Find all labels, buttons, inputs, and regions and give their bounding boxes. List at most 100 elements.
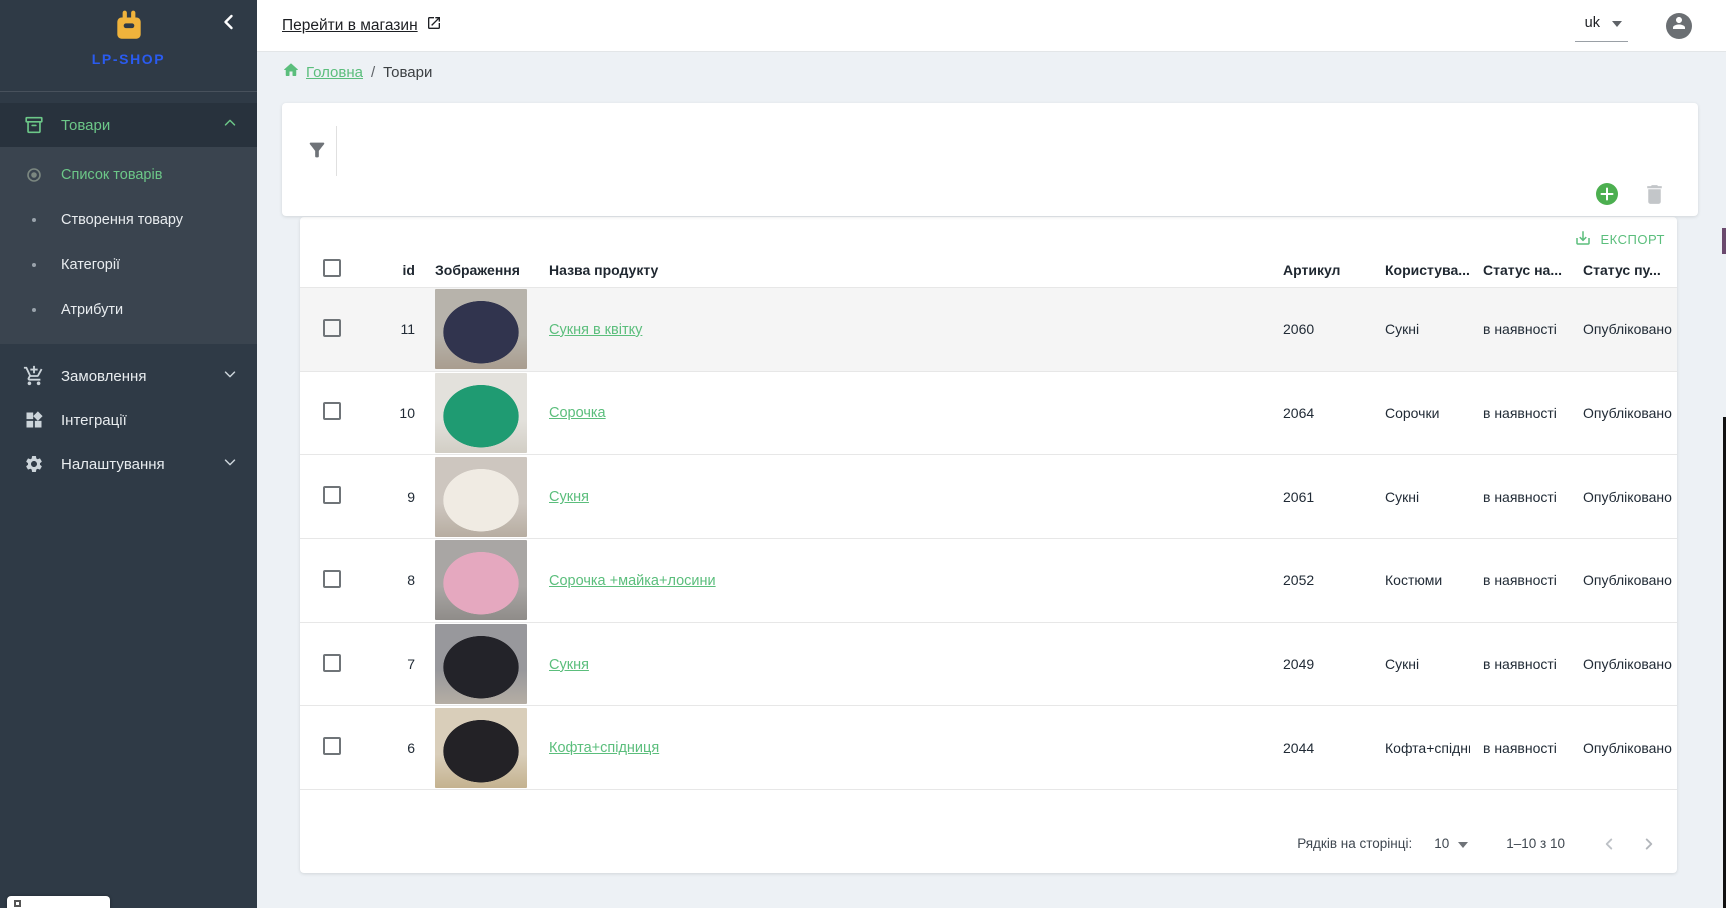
row-checkbox[interactable] [323,319,341,337]
product-sku: 2049 [1270,656,1370,672]
column-header-name: Назва продукту [535,262,1270,278]
sidebar-nav: Товари Список товарів Створення товару К… [0,103,257,486]
logo-text: LP-SHOP [0,51,257,67]
rows-per-page-select[interactable]: 10 [1434,836,1468,851]
sidebar-item-label: Атрибути [61,302,123,318]
add-product-button[interactable] [1595,182,1619,206]
product-image[interactable] [435,624,527,704]
sidebar-item-create-product[interactable]: Створення товару [0,197,257,242]
product-image[interactable] [435,540,527,620]
home-icon [282,61,300,83]
store-link-label: Перейти в магазин [282,17,418,35]
person-icon [1670,14,1688,37]
chevron-up-icon [221,114,239,136]
product-image[interactable] [435,289,527,369]
chevron-down-icon [221,453,239,475]
product-category: Сукні [1370,321,1470,337]
language-select[interactable]: uk [1575,9,1628,42]
select-all-checkbox[interactable] [323,259,341,277]
breadcrumb-current: Товари [383,64,432,81]
product-name-link[interactable]: Сукня [549,657,589,673]
table-row: 10 Сорочка 2064 Сорочки в наявності Опуб… [300,371,1677,455]
export-label: ЕКСПОРТ [1601,232,1665,247]
rows-per-page-label: Рядків на сторінці: [1297,836,1412,851]
account-avatar[interactable] [1666,13,1692,39]
product-name-link[interactable]: Сукня в квітку [549,322,642,338]
export-button[interactable]: ЕКСПОРТ [300,217,1677,253]
previous-page-button[interactable] [1595,830,1623,858]
products-submenu: Список товарів Створення товару Категорі… [0,147,257,344]
sidebar-item-label: Товари [61,117,221,134]
row-checkbox[interactable] [323,654,341,672]
sidebar-item-attributes[interactable]: Атрибути [0,287,257,332]
pagination: Рядків на сторінці: 10 1–10 з 10 [300,789,1677,873]
product-id: 7 [356,656,420,672]
bottom-left-popup[interactable] [7,896,110,908]
sidebar-collapse-icon[interactable] [217,10,241,34]
breadcrumb: Головна / Товари [282,52,1726,92]
sidebar-item-categories[interactable]: Категорії [0,242,257,287]
topbar: Перейти в магазин uk [257,0,1726,52]
sidebar-item-orders[interactable]: Замовлення [0,354,257,398]
download-icon [1574,229,1592,250]
product-stock-status: в наявності [1470,740,1570,756]
dot-bullet-icon [22,218,46,222]
product-id: 10 [356,405,420,421]
sidebar-item-product-list[interactable]: Список товарів [0,152,257,197]
table-row: 9 Сукня 2061 Сукні в наявності Опубліков… [300,454,1677,538]
product-stock-status: в наявності [1470,321,1570,337]
sidebar-item-label: Налаштування [61,456,221,473]
column-header-stock: Статус на... [1470,262,1570,278]
product-stock-status: в наявності [1470,405,1570,421]
product-image[interactable] [435,457,527,537]
next-page-button[interactable] [1635,830,1663,858]
filter-funnel-icon[interactable] [306,139,328,166]
row-checkbox[interactable] [323,737,341,755]
row-checkbox[interactable] [323,402,341,420]
product-stock-status: в наявності [1470,489,1570,505]
table-row: 6 Кофта+спідниця 2044 Кофта+спідниц в на… [300,705,1677,789]
filter-divider [336,126,337,176]
product-sku: 2064 [1270,405,1370,421]
sidebar-divider [0,91,257,92]
product-image[interactable] [435,373,527,453]
breadcrumb-home-link[interactable]: Головна [282,61,363,83]
breadcrumb-home-label: Головна [306,64,363,81]
column-header-image: Зображення [420,262,535,278]
table-row: 7 Сукня 2049 Сукні в наявності Опубліков… [300,622,1677,706]
chevron-down-icon [221,365,239,387]
product-sku: 2061 [1270,489,1370,505]
product-id: 6 [356,740,420,756]
product-sku: 2060 [1270,321,1370,337]
product-name-link[interactable]: Сорочка +майка+лосини [549,573,716,589]
table-row: 11 Сукня в квітку 2060 Сукні в наявності… [300,287,1677,371]
widgets-icon [22,408,46,432]
products-table-card: ЕКСПОРТ id Зображення Назва продукту Арт… [300,217,1677,873]
sidebar-item-integrations[interactable]: Інтеграції [0,398,257,442]
product-category: Кофта+спідниц [1370,740,1470,756]
table-header-row: id Зображення Назва продукту Артикул Кор… [300,253,1677,287]
rows-per-page-value: 10 [1434,836,1449,851]
go-to-store-link[interactable]: Перейти в магазин [282,15,442,36]
product-id: 9 [356,489,420,505]
sidebar-item-label: Список товарів [61,167,162,183]
sidebar-item-label: Створення товару [61,212,183,228]
product-publish-status: Опубліковано [1570,656,1677,672]
product-stock-status: в наявності [1470,656,1570,672]
row-checkbox[interactable] [323,486,341,504]
external-link-icon [426,15,442,36]
sidebar-item-products[interactable]: Товари [0,103,257,147]
sidebar-item-settings[interactable]: Налаштування [0,442,257,486]
screen-edge-artifact [1722,228,1726,254]
radio-checked-icon [22,167,46,183]
logo-bag-icon [112,30,146,47]
product-name-link[interactable]: Кофта+спідниця [549,740,659,756]
delete-selected-button[interactable] [1642,182,1667,207]
column-header-category: Користува... [1370,262,1470,278]
row-checkbox[interactable] [323,570,341,588]
product-image[interactable] [435,708,527,788]
dot-bullet-icon [22,263,46,267]
product-name-link[interactable]: Сукня [549,489,589,505]
product-category: Костюми [1370,572,1470,588]
product-name-link[interactable]: Сорочка [549,405,606,421]
